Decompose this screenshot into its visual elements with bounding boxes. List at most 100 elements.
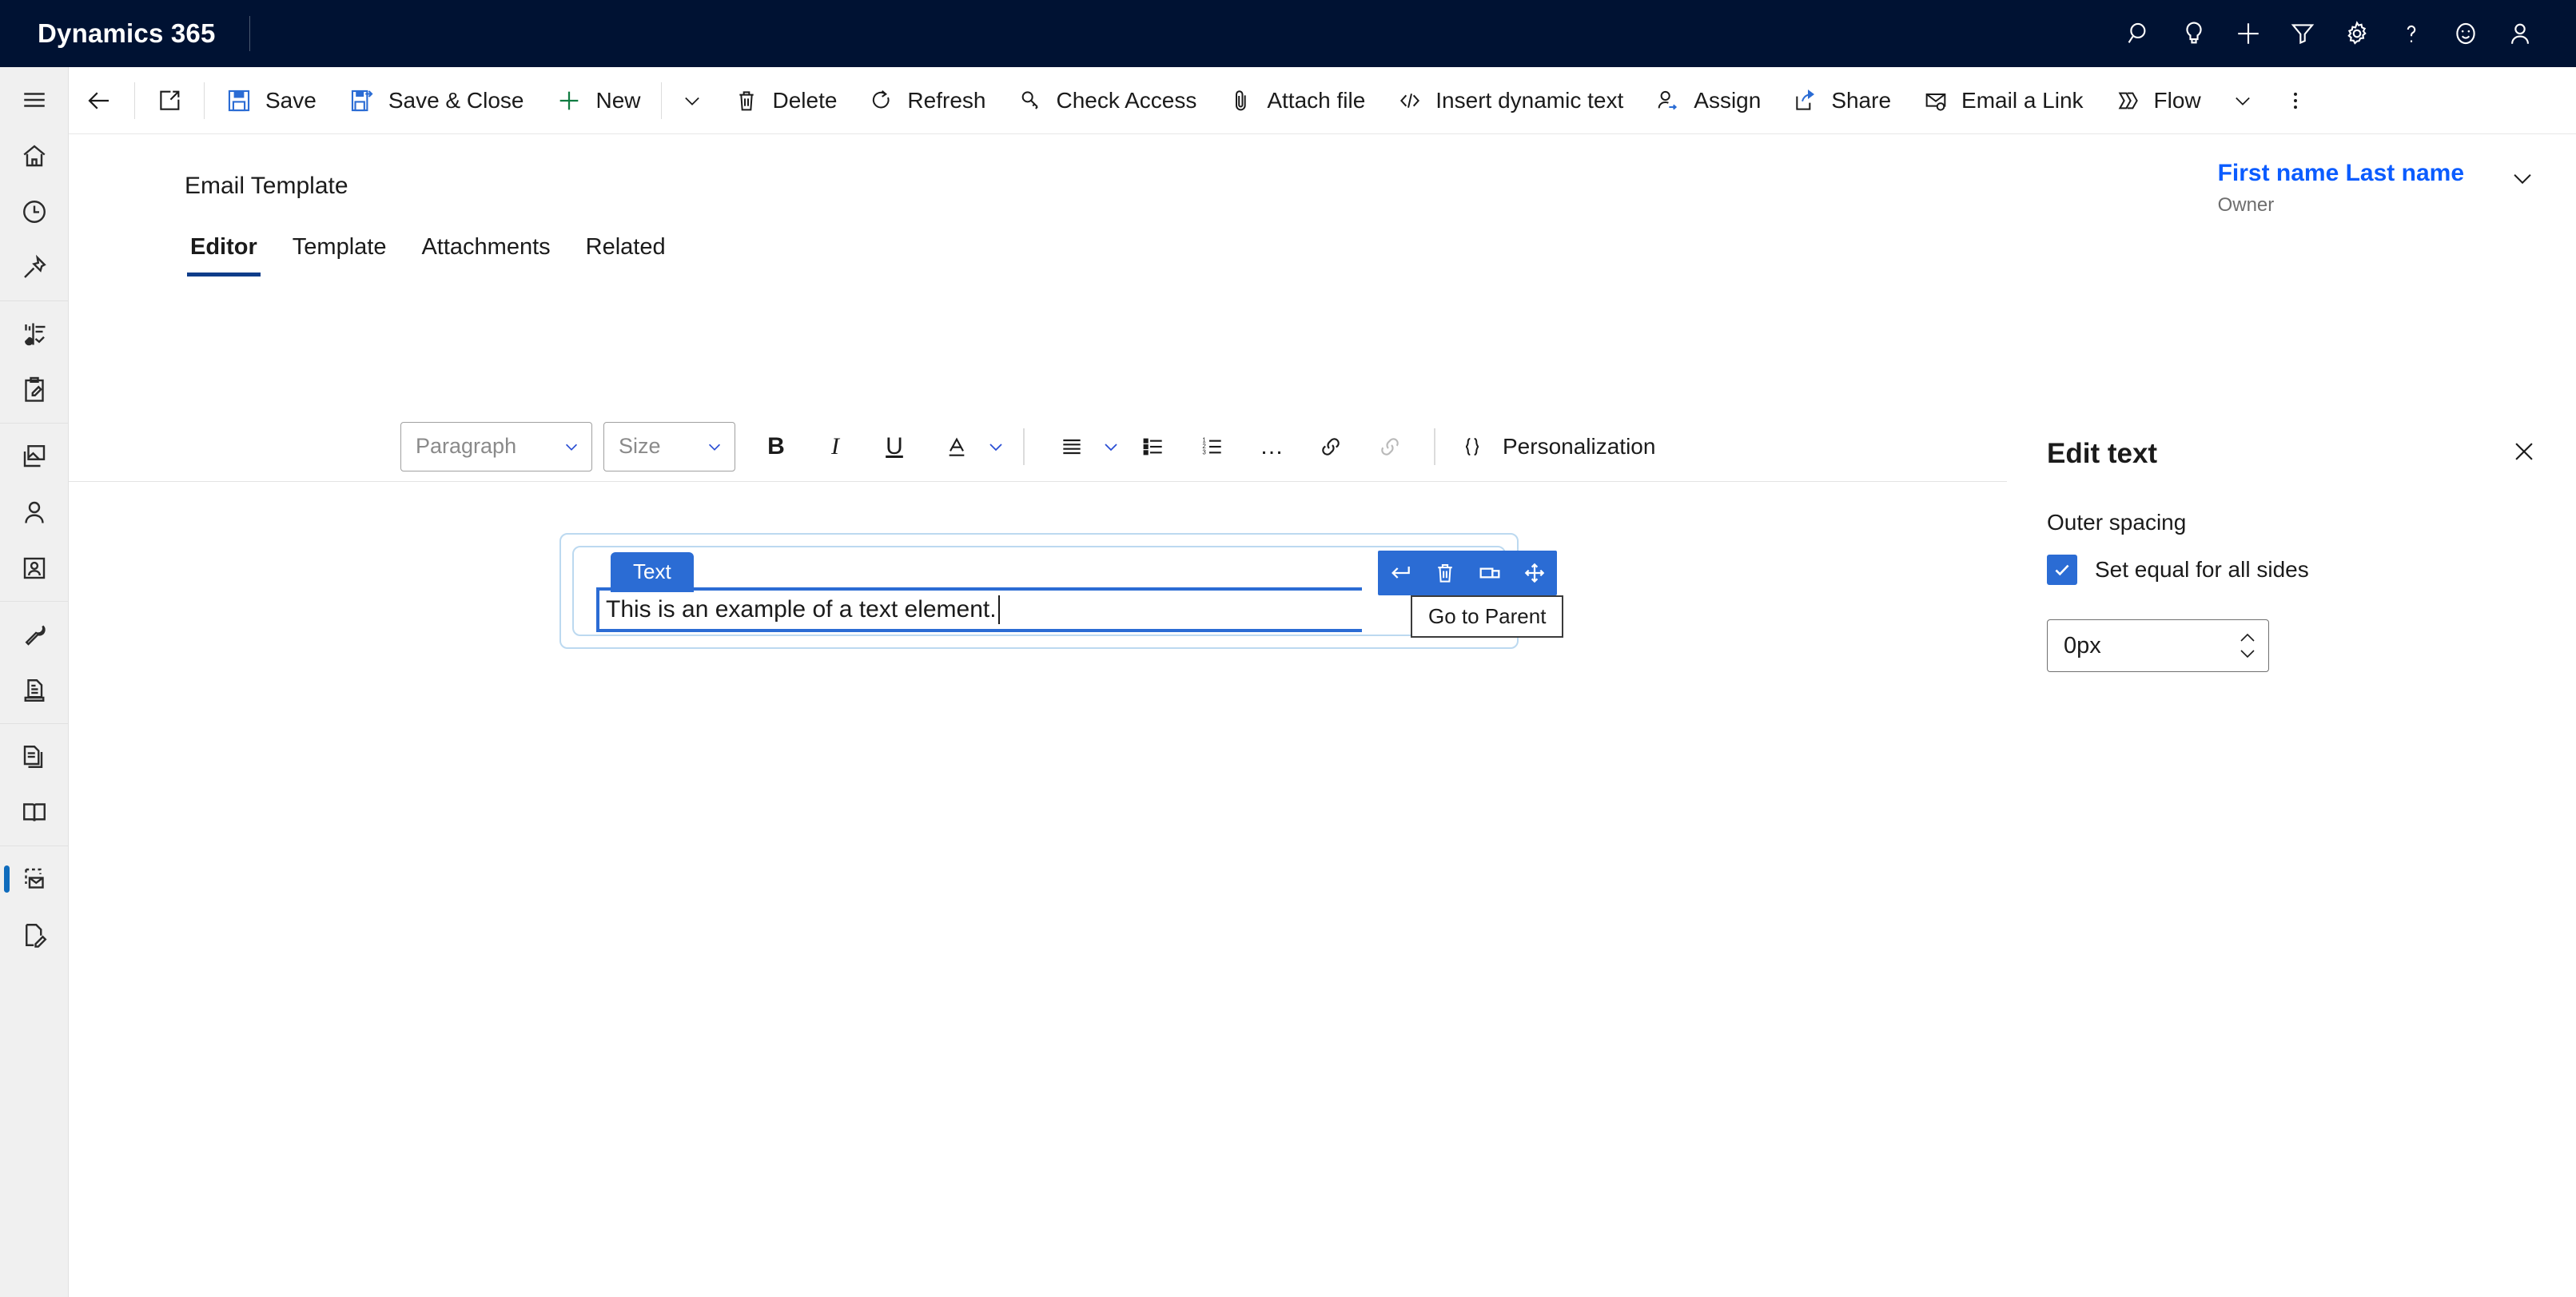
insert-dynamic-text-label: Insert dynamic text [1435,87,1624,113]
insert-link-icon[interactable] [1306,422,1356,471]
wrench-icon[interactable] [0,607,69,662]
delete-trash-icon[interactable] [1423,551,1467,595]
share-button[interactable]: Share [1777,67,1907,134]
delete-label: Delete [772,87,838,113]
personalization-button[interactable]: Personalization [1450,434,1655,460]
more-formatting-icon[interactable]: … [1247,422,1296,471]
filter-icon[interactable] [2275,6,2330,61]
search-icon[interactable] [2112,6,2167,61]
font-size-select[interactable]: Size [603,421,735,471]
rich-text-toolbar: Paragraph Size B I U 1 2 3 … Personaliza… [69,412,2007,482]
refresh-label: Refresh [907,87,986,113]
paragraph-style-select[interactable]: Paragraph [400,421,592,471]
align-icon[interactable] [1047,422,1097,471]
tab-template[interactable]: Template [275,234,404,277]
app-root: Dynamics 365 Save Save & Close New Delet… [0,0,2576,1297]
rail-group-records [0,424,68,602]
save-button[interactable]: Save [209,67,332,134]
insights-lightbulb-icon[interactable] [2167,6,2221,61]
font-size-value: Size [619,434,661,458]
chevron-down-icon [565,444,578,451]
overflow-menu-button[interactable] [2268,67,2323,134]
paragraph-style-value: Paragraph [416,434,517,458]
move-icon[interactable] [1512,551,1557,595]
rte-divider-2 [1434,428,1435,465]
checkmark-icon [2055,564,2069,576]
numbered-list-icon[interactable]: 1 2 3 [1188,422,1237,471]
feedback-smiley-icon[interactable] [2439,6,2493,61]
settings-gear-icon[interactable] [2330,6,2384,61]
recent-clock-icon[interactable] [0,184,69,240]
contact-card-icon[interactable] [0,540,69,596]
page-title: Email Template [185,173,348,199]
check-access-button[interactable]: Check Access [1001,67,1212,134]
align-control[interactable] [1042,422,1121,471]
flow-dropdown-chevron-down-icon[interactable] [2217,67,2268,134]
rail-group-content [0,724,68,846]
set-equal-all-sides-label: Set equal for all sides [2095,557,2309,582]
person-icon[interactable] [0,484,69,540]
email-canvas[interactable]: Text This is an example of a text elemen… [69,482,2007,1297]
email-a-link-button[interactable]: Email a Link [1907,67,2100,134]
new-button[interactable]: New [539,67,656,134]
popout-button[interactable] [140,67,199,134]
refresh-button[interactable]: Refresh [853,67,1001,134]
tab-editor[interactable]: Editor [173,234,275,277]
top-header: Dynamics 365 [0,0,2576,67]
attach-file-button[interactable]: Attach file [1212,67,1381,134]
insert-dynamic-text-button[interactable]: Insert dynamic text [1381,67,1639,134]
text-element-input[interactable]: This is an example of a text element. [596,587,1362,632]
text-element-value: This is an example of a text element. [606,596,997,623]
set-equal-all-sides-checkbox-row[interactable]: Set equal for all sides [2047,555,2309,585]
pinned-pin-icon[interactable] [0,240,69,296]
images-icon[interactable] [0,428,69,484]
user-account-icon[interactable] [2493,6,2547,61]
document-tray-icon[interactable] [0,662,69,718]
section-container[interactable]: Text This is an example of a text elemen… [559,533,1564,649]
email-template-icon[interactable] [0,851,69,907]
book-icon[interactable] [0,785,69,841]
analytics-icon[interactable] [0,306,69,362]
form-header: Email Template First name Last name Owne… [69,134,2576,329]
set-equal-all-sides-checkbox[interactable] [2047,555,2077,585]
delete-button[interactable]: Delete [718,67,853,134]
clipboard-edit-icon[interactable] [0,362,69,418]
italic-button[interactable]: I [810,422,860,471]
document-edit-icon[interactable] [0,907,69,963]
underline-button[interactable]: U [870,422,919,471]
owner-name[interactable]: First name Last name [2218,160,2464,186]
form-tabs: Editor Template Attachments Related [173,234,683,277]
back-button[interactable] [69,67,129,134]
outer-spacing-stepper[interactable]: 0px [2047,619,2269,672]
documents-icon[interactable] [0,729,69,785]
command-divider-3 [661,82,663,119]
edit-text-panel: Edit text Outer spacing Set equal for al… [2007,329,2576,1297]
assign-button[interactable]: Assign [1639,67,1777,134]
tab-attachments[interactable]: Attachments [404,234,567,277]
new-dropdown-chevron-down-icon[interactable] [667,67,718,134]
font-color-control[interactable] [927,422,1005,471]
outer-spacing-label: Outer spacing [2047,510,2187,535]
home-icon[interactable] [0,128,69,184]
help-question-icon[interactable] [2384,6,2439,61]
assign-label: Assign [1694,87,1762,113]
flow-button[interactable]: Flow [2100,67,2217,134]
rail-group-analytics [0,301,68,424]
stepper-arrows[interactable] [2238,632,2257,659]
owner-chevron-down-icon[interactable] [2509,165,2536,196]
save-and-close-button[interactable]: Save & Close [332,67,540,134]
outer-spacing-value: 0px [2064,632,2101,658]
chevron-up-icon [2240,633,2255,642]
svg-text:3: 3 [1202,448,1206,456]
tab-related[interactable]: Related [568,234,683,277]
new-label: New [595,87,641,113]
bold-button[interactable]: B [751,422,801,471]
site-map-hamburger-icon[interactable] [0,72,69,128]
duplicate-icon[interactable] [1467,551,1512,595]
font-color-icon[interactable] [932,422,981,471]
owner-field: First name Last name Owner [2218,160,2536,217]
bulleted-list-icon[interactable] [1129,422,1178,471]
quick-create-plus-icon[interactable] [2221,6,2275,61]
go-to-parent-icon[interactable] [1378,551,1423,595]
close-icon[interactable] [2504,432,2544,475]
